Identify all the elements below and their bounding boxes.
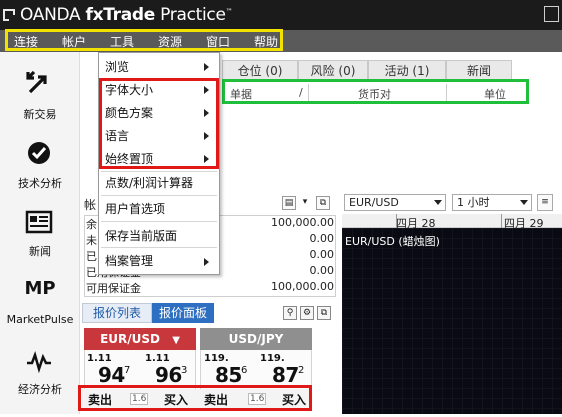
quote-tile-header[interactable]: EUR/USD ▼ xyxy=(84,328,196,350)
buy-price-pip: 3 xyxy=(181,365,188,376)
account-row-value: 100,000.00 xyxy=(271,280,334,293)
nav-news[interactable]: 新闻 xyxy=(0,243,80,259)
sell-price-pip: 6 xyxy=(241,365,248,376)
popout-icon[interactable]: ⧉ xyxy=(316,196,330,210)
chart-settings-icon[interactable]: ≡ xyxy=(537,194,553,211)
menu-item-user-preferences[interactable]: 用户首选项 xyxy=(105,200,165,217)
account-title: 帐 xyxy=(84,198,97,212)
menu-item-browse[interactable]: 浏览 xyxy=(105,58,129,75)
brand-name: OANDA xyxy=(20,5,81,25)
account-row-label: 余 xyxy=(86,218,97,231)
gear-icon[interactable]: ⚙ xyxy=(300,306,314,320)
menu-item-profile-management[interactable]: 档案管理 xyxy=(105,252,153,269)
menu-separator xyxy=(101,247,217,248)
submenu-arrow-icon xyxy=(204,63,209,71)
sell-price-big[interactable]: 85 xyxy=(215,363,242,387)
quote-tile-header[interactable]: USD/JPY xyxy=(200,328,312,350)
buy-price-pip: 2 xyxy=(298,365,305,376)
oanda-logo-icon xyxy=(3,9,15,21)
order-table-highlight-box xyxy=(222,79,529,104)
chart-canvas[interactable] xyxy=(342,228,562,414)
sell-price-big[interactable]: 94 xyxy=(98,363,125,387)
popout-icon[interactable]: ⧉ xyxy=(317,306,331,320)
chart-title: EUR/USD (蜡烛图) xyxy=(345,235,440,248)
nav-economic-analysis[interactable]: 经济分析 xyxy=(0,381,80,397)
menu-item-save-layout[interactable]: 保存当前版面 xyxy=(105,227,177,244)
buy-price-big[interactable]: 96 xyxy=(155,363,182,387)
chart-grid xyxy=(342,228,562,414)
sell-price-pip: 7 xyxy=(124,365,131,376)
chevron-down-icon[interactable]: ▼ xyxy=(172,335,180,346)
timeframe-select-value: 1 小时 xyxy=(457,196,490,209)
economic-analysis-icon[interactable] xyxy=(24,345,54,374)
news-icon[interactable] xyxy=(24,208,54,236)
calculator-icon[interactable]: ▤ xyxy=(282,196,296,210)
product-name: fxTrade xyxy=(85,5,156,25)
chevron-down-icon[interactable]: ▾ xyxy=(298,196,312,210)
timeframe-select[interactable]: 1 小时 xyxy=(452,194,532,211)
instrument-select-value: EUR/USD xyxy=(349,196,399,209)
nav-marketpulse[interactable]: MarketPulse xyxy=(0,313,80,326)
chevron-down-icon xyxy=(434,200,442,205)
buy-price-big[interactable]: 87 xyxy=(272,363,299,387)
filter-icon[interactable]: ⚲ xyxy=(283,306,297,320)
new-trade-icon[interactable] xyxy=(24,68,54,96)
account-row: 可用保证金 100,000.00 xyxy=(84,280,336,295)
account-toolbar: ▤ ▾ ⧉ xyxy=(280,196,340,212)
dropdown-highlight-box xyxy=(99,78,219,169)
account-row-value: 0.00 xyxy=(309,248,335,261)
technical-analysis-icon[interactable] xyxy=(24,139,54,167)
trade-bar-highlight-box xyxy=(78,385,312,411)
menu-separator xyxy=(101,171,217,172)
account-row-value: 0.00 xyxy=(309,232,335,245)
menu-separator xyxy=(101,221,217,222)
account-row-label: 未 xyxy=(86,234,97,247)
submenu-arrow-icon xyxy=(204,258,209,266)
edition-name: Practice xyxy=(160,5,226,25)
currency-pair: EUR/USD xyxy=(100,332,161,346)
chevron-down-icon xyxy=(520,200,528,205)
date-tick xyxy=(501,214,502,228)
instrument-select[interactable]: EUR/USD xyxy=(344,194,446,211)
tab-quote-panel[interactable]: 报价面板 xyxy=(152,303,214,323)
menubar-highlight-box xyxy=(5,29,283,51)
tab-quote-list[interactable]: 报价列表 xyxy=(82,303,152,323)
nav-technical-analysis[interactable]: 技术分析 xyxy=(0,175,80,191)
menu-item-pip-calculator[interactable]: 点数/利润计算器 xyxy=(105,174,193,191)
app-title: OANDA fxTrade Practice™ xyxy=(20,5,233,25)
marketpulse-icon[interactable]: MP xyxy=(20,278,60,306)
account-row-value: 100,000.00 xyxy=(271,216,334,229)
menu-separator xyxy=(101,195,217,196)
maximize-window-button[interactable] xyxy=(544,6,559,22)
account-row-value: 0.00 xyxy=(309,264,335,277)
currency-pair: USD/JPY xyxy=(228,332,284,346)
account-row-label: 可用保证金 xyxy=(86,282,141,295)
nav-new-trade[interactable]: 新交易 xyxy=(0,106,80,122)
account-row-label: 已 xyxy=(86,250,97,263)
date-tick xyxy=(396,214,397,228)
